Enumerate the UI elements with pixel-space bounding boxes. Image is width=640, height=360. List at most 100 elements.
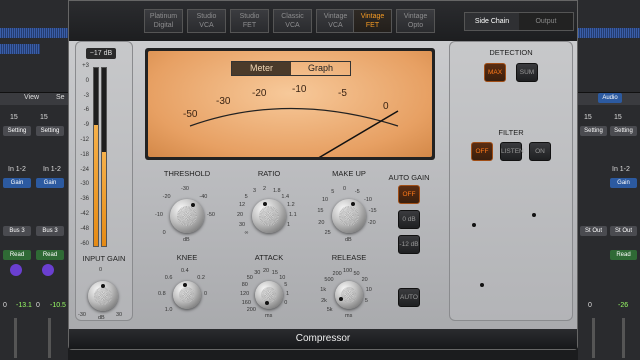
auto-gain-label: AUTO GAIN xyxy=(388,173,430,182)
model-button-line: FET xyxy=(242,22,257,29)
filter-on-button[interactable]: ON xyxy=(529,142,551,161)
auto-gain-off-button[interactable]: OFF xyxy=(398,185,420,204)
release-tick: 200 xyxy=(332,270,342,277)
attack-label: ATTACK xyxy=(254,253,284,262)
knee-tick: 0 xyxy=(204,291,208,297)
model-button-vintage-vca[interactable]: Vintage VCA xyxy=(316,9,355,33)
input-scale-tick: -18 xyxy=(80,151,89,158)
sidechain-output-switch: Side Chain Output xyxy=(464,12,574,31)
automation-read[interactable]: Read xyxy=(610,250,637,260)
automation-read[interactable]: Read xyxy=(3,250,31,260)
model-button-line: FET xyxy=(365,22,380,29)
auto-gain-minus12-button[interactable]: -12 dB xyxy=(398,235,420,254)
setting-button[interactable]: Setting xyxy=(36,126,64,136)
knob-indicator xyxy=(480,283,484,287)
model-button-platinum-digital[interactable]: Platinum Digital xyxy=(144,9,183,33)
threshold-label: THRESHOLD xyxy=(163,169,211,178)
input-gain-knob[interactable] xyxy=(88,281,118,311)
gain-slot[interactable]: Gain xyxy=(610,178,637,188)
input-scale-tick: 0 xyxy=(85,77,89,84)
release-tick: 5k xyxy=(326,307,333,314)
input-scale-tick: -48 xyxy=(80,225,89,232)
setting-button[interactable]: Setting xyxy=(580,126,607,136)
auto-gain-0db-button[interactable]: 0 dB xyxy=(398,210,420,229)
release-knob[interactable] xyxy=(335,281,363,309)
release-tick: 100 xyxy=(343,268,353,274)
attack-tick: 5 xyxy=(284,282,288,289)
model-button-studio-vca[interactable]: Studio VCA xyxy=(187,9,226,33)
makeup-tick: 0 xyxy=(343,186,347,192)
input-gain-unit: dB xyxy=(98,315,105,321)
pan-icon[interactable] xyxy=(10,264,22,276)
threshold-tick: -10 xyxy=(155,212,163,218)
side-chain-tab[interactable]: Side Chain xyxy=(465,13,519,30)
volume-fader[interactable] xyxy=(622,318,625,358)
detection-max-button[interactable]: MAX xyxy=(484,63,506,82)
view-menu[interactable]: View xyxy=(24,94,39,101)
knob-indicator xyxy=(101,284,105,288)
model-button-line: VCA xyxy=(328,22,343,29)
volume-fader[interactable] xyxy=(14,318,17,358)
makeup-knob[interactable] xyxy=(332,199,366,233)
output-slot[interactable]: St Out xyxy=(580,226,607,236)
input-meter-right-level xyxy=(102,151,106,246)
input-label[interactable]: In 1-2 xyxy=(43,166,61,173)
setting-button[interactable]: Setting xyxy=(610,126,637,136)
settings-menu[interactable]: Se xyxy=(56,94,65,101)
auto-gain-auto-button[interactable]: AUTO xyxy=(398,288,420,307)
input-label[interactable]: In 1-2 xyxy=(612,166,630,173)
knee-tick: 0.4 xyxy=(181,268,189,274)
bus-slot[interactable]: Bus 3 xyxy=(3,226,31,236)
output-tab[interactable]: Output xyxy=(519,13,573,30)
detection-sum-button[interactable]: SUM xyxy=(516,63,538,82)
knee-tick: 0.8 xyxy=(158,291,166,297)
vu-meter-face: Meter Graph -50 -30 -20 -10 -5 0 xyxy=(148,51,432,157)
knob-indicator xyxy=(263,202,267,206)
output-slot[interactable]: St Out xyxy=(610,226,637,236)
volume-value: 0 xyxy=(36,302,40,309)
model-button-classic-vca[interactable]: Classic VCA xyxy=(273,9,312,33)
knob-indicator xyxy=(183,283,187,287)
gain-slot[interactable]: Gain xyxy=(3,178,31,188)
model-button-vintage-opto[interactable]: Vintage Opto xyxy=(396,9,435,33)
makeup-tick: -15 xyxy=(368,207,377,214)
gain-slot[interactable]: Gain xyxy=(36,178,64,188)
pan-icon[interactable] xyxy=(42,264,54,276)
makeup-tick: -20 xyxy=(367,220,376,227)
bus-slot[interactable]: Bus 3 xyxy=(36,226,64,236)
makeup-tick: 25 xyxy=(324,230,331,237)
audio-tab[interactable]: Audio xyxy=(598,93,622,103)
input-scale-tick: -42 xyxy=(80,211,89,217)
volume-fader[interactable] xyxy=(592,318,595,358)
threshold-knob[interactable] xyxy=(170,199,204,233)
ratio-tick: 12 xyxy=(238,202,246,209)
attack-unit: ms xyxy=(265,313,273,319)
input-gain-label: INPUT GAIN xyxy=(82,254,126,263)
knob-indicator xyxy=(339,297,343,301)
filter-off-button[interactable]: OFF xyxy=(471,142,493,161)
volume-value: 0 xyxy=(588,302,592,309)
volume-fader[interactable] xyxy=(48,318,51,358)
input-meter-left-level xyxy=(94,124,98,246)
input-meter-left xyxy=(93,67,99,247)
knee-knob[interactable] xyxy=(173,281,201,309)
detection-label: DETECTION xyxy=(489,48,533,57)
attack-knob[interactable] xyxy=(255,281,283,309)
setting-button[interactable]: Setting xyxy=(3,126,31,136)
ratio-tick: 1.4 xyxy=(281,193,290,200)
makeup-tick: -10 xyxy=(364,196,372,203)
input-gain-tick: 0 xyxy=(99,267,103,273)
mixer-right-strips: Audio 15 15 Setting Setting In 1-2 Gain … xyxy=(578,0,640,360)
model-button-studio-fet[interactable]: Studio FET xyxy=(230,9,269,33)
compressor-plugin-window: Platinum Digital Studio VCA Studio FET Classic… xyxy=(68,0,578,350)
attack-tick: 200 xyxy=(246,307,256,314)
filter-listen-button[interactable]: LISTEN xyxy=(500,142,524,161)
model-button-vintage-fet[interactable]: Vintage FET xyxy=(353,9,392,33)
attack-tick: 160 xyxy=(241,299,251,306)
input-label[interactable]: In 1-2 xyxy=(8,166,26,173)
release-tick: 20 xyxy=(361,277,368,284)
automation-read[interactable]: Read xyxy=(36,250,64,260)
model-button-line: Studio xyxy=(196,13,217,20)
release-tick: 1k xyxy=(320,287,327,294)
ratio-knob[interactable] xyxy=(252,199,286,233)
